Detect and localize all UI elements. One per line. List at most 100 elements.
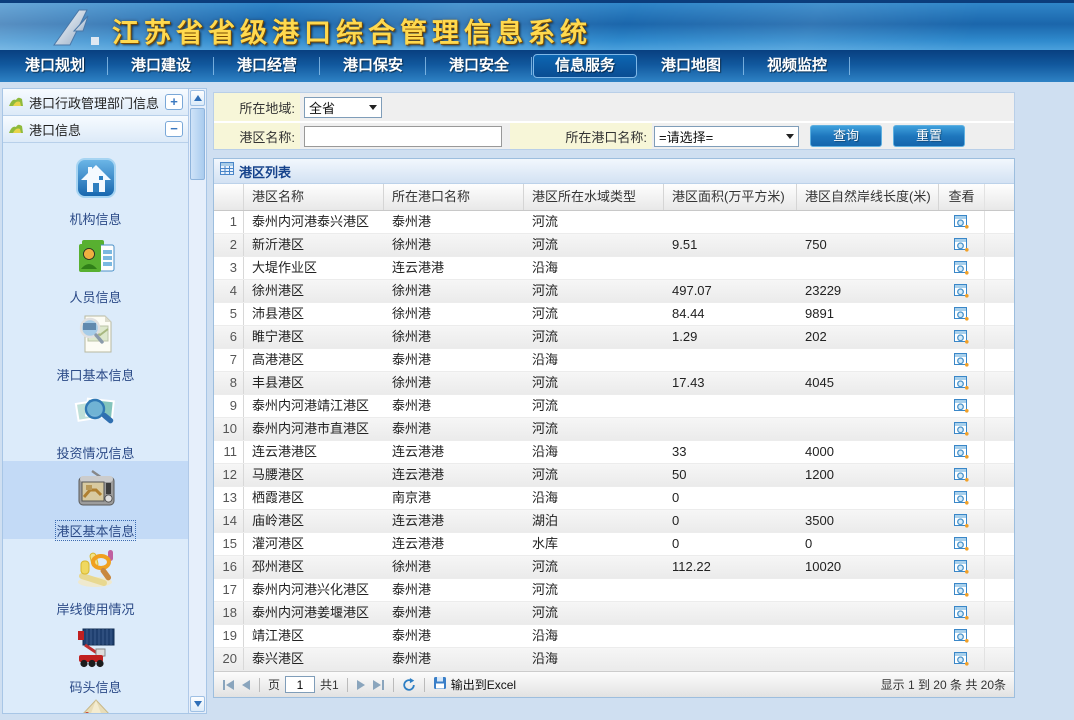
sidebar-item-partial[interactable] [3,695,188,714]
row-number: 9 [214,395,244,417]
panel-title: 港区列表 [239,162,291,181]
nav-tab-port-security[interactable]: 港口保安 [320,54,426,78]
sidebar-group-port-info[interactable]: 港口信息 − [3,116,188,143]
refresh-icon[interactable] [402,678,416,692]
table-row[interactable]: 12 马腰港区 连云港港 河流 50 1200 [214,464,1014,487]
cell-shoreline-length [797,257,939,279]
nav-tab-port-planning[interactable]: 港口规划 [2,54,108,78]
col-header-view[interactable]: 查看 [939,184,985,210]
sidebar-item-investment-info[interactable]: 投资情况信息 [3,383,188,461]
next-page-icon[interactable] [356,679,366,691]
cell-area [664,625,797,647]
col-header-water-type[interactable]: 港区所在水域类型 [524,184,664,210]
sidebar-item-dock-info[interactable]: 码头信息 [3,617,188,695]
table-row[interactable]: 18 泰州内河港姜堰港区 泰州港 河流 [214,602,1014,625]
row-number: 20 [214,648,244,670]
view-icon[interactable] [954,537,969,551]
col-header-shoreline-length[interactable]: 港区自然岸线长度(米) [797,184,939,210]
view-icon[interactable] [954,583,969,597]
table-row[interactable]: 7 高港港区 泰州港 沿海 [214,349,1014,372]
view-icon[interactable] [954,491,969,505]
table-row[interactable]: 8 丰县港区 徐州港 河流 17.43 4045 [214,372,1014,395]
table-row[interactable]: 4 徐州港区 徐州港 河流 497.07 23229 [214,280,1014,303]
scroll-up-icon[interactable] [190,90,205,106]
panel-title-bar: 港区列表 [214,159,1014,184]
table-row[interactable]: 15 灌河港区 连云港港 水库 0 0 [214,533,1014,556]
reset-button[interactable]: 重置 [893,125,965,147]
view-icon[interactable] [954,514,969,528]
view-icon[interactable] [954,215,969,229]
last-page-icon[interactable] [371,679,385,691]
port-name-select[interactable]: =请选择= [654,126,799,147]
table-row[interactable]: 11 连云港港区 连云港港 沿海 33 4000 [214,441,1014,464]
prev-page-icon[interactable] [241,679,251,691]
table-row[interactable]: 6 睢宁港区 徐州港 河流 1.29 202 [214,326,1014,349]
row-number: 11 [214,441,244,463]
port-area-name-input[interactable] [304,126,502,147]
view-icon[interactable] [954,261,969,275]
sidebar-item-org-info[interactable]: 机构信息 [3,149,188,227]
view-icon[interactable] [954,399,969,413]
col-header-port-area-name[interactable]: 港区名称 [244,184,384,210]
scroll-down-icon[interactable] [190,696,205,712]
view-icon[interactable] [954,238,969,252]
table-row[interactable]: 16 邳州港区 徐州港 河流 112.22 10020 [214,556,1014,579]
cell-view [939,326,985,348]
table-row[interactable]: 10 泰州内河港市直港区 泰州港 河流 [214,418,1014,441]
nav-tab-video-monitor[interactable]: 视频监控 [744,54,850,78]
sidebar-item-port-basic-info[interactable]: 港口基本信息 [3,305,188,383]
view-icon[interactable] [954,422,969,436]
table-row[interactable]: 5 沛县港区 徐州港 河流 84.44 9891 [214,303,1014,326]
view-icon[interactable] [954,353,969,367]
sidebar-item-shoreline-usage[interactable]: 岸线使用情况 [3,539,188,617]
personnel-card-icon [72,232,120,285]
table-row[interactable]: 1 泰州内河港泰兴港区 泰州港 河流 [214,211,1014,234]
cell-port-name: 泰州港 [384,602,524,624]
table-row[interactable]: 17 泰州内河港兴化港区 泰州港 河流 [214,579,1014,602]
scrollbar-thumb[interactable] [190,108,205,180]
table-row[interactable]: 19 靖江港区 泰州港 沿海 [214,625,1014,648]
nav-tab-port-safety[interactable]: 港口安全 [426,54,532,78]
row-number: 16 [214,556,244,578]
view-icon[interactable] [954,376,969,390]
table-row[interactable]: 9 泰州内河港靖江港区 泰州港 河流 [214,395,1014,418]
sidebar-item-port-area-basic-info[interactable]: 港区基本信息 [3,461,188,539]
cell-shoreline-length: 23229 [797,280,939,302]
view-icon[interactable] [954,330,969,344]
view-icon[interactable] [954,468,969,482]
sidebar-group-admin-dept[interactable]: 港口行政管理部门信息 + [3,89,188,116]
table-row[interactable]: 14 庙岭港区 连云港港 湖泊 0 3500 [214,510,1014,533]
first-page-icon[interactable] [222,679,236,691]
expand-icon[interactable]: + [165,94,183,110]
region-select[interactable]: 全省 [304,97,382,118]
nav-tab-port-map[interactable]: 港口地图 [638,54,744,78]
cell-water-type: 河流 [524,303,664,325]
cell-shoreline-length: 202 [797,326,939,348]
nav-tab-info-service[interactable]: 信息服务 [533,54,637,78]
query-button[interactable]: 查询 [810,125,882,147]
cell-shoreline-length: 4000 [797,441,939,463]
cell-area: 0 [664,487,797,509]
table-row[interactable]: 2 新沂港区 徐州港 河流 9.51 750 [214,234,1014,257]
col-header-port-name[interactable]: 所在港口名称 [384,184,524,210]
sidebar-item-personnel-info[interactable]: 人员信息 [3,227,188,305]
view-icon[interactable] [954,284,969,298]
nav-tab-port-construction[interactable]: 港口建设 [108,54,214,78]
view-icon[interactable] [954,629,969,643]
table-row[interactable]: 20 泰兴港区 泰州港 沿海 [214,648,1014,671]
table-row[interactable]: 3 大堤作业区 连云港港 沿海 [214,257,1014,280]
col-header-area[interactable]: 港区面积(万平方米) [664,184,797,210]
sidebar-scrollbar[interactable] [188,89,206,713]
view-icon[interactable] [954,652,969,666]
table-row[interactable]: 13 栖霞港区 南京港 沿海 0 [214,487,1014,510]
nav-tab-port-operation[interactable]: 港口经营 [214,54,320,78]
view-icon[interactable] [954,560,969,574]
view-icon[interactable] [954,445,969,459]
cell-port-area-name: 泰兴港区 [244,648,384,670]
search-form: 所在地域: 全省 港区名称: 所在港口名称: =请选择= 查询 重置 [213,92,1015,150]
view-icon[interactable] [954,307,969,321]
collapse-icon[interactable]: − [165,121,183,137]
page-number-input[interactable] [285,676,315,693]
view-icon[interactable] [954,606,969,620]
export-excel-button[interactable]: 输出到Excel [433,676,516,693]
